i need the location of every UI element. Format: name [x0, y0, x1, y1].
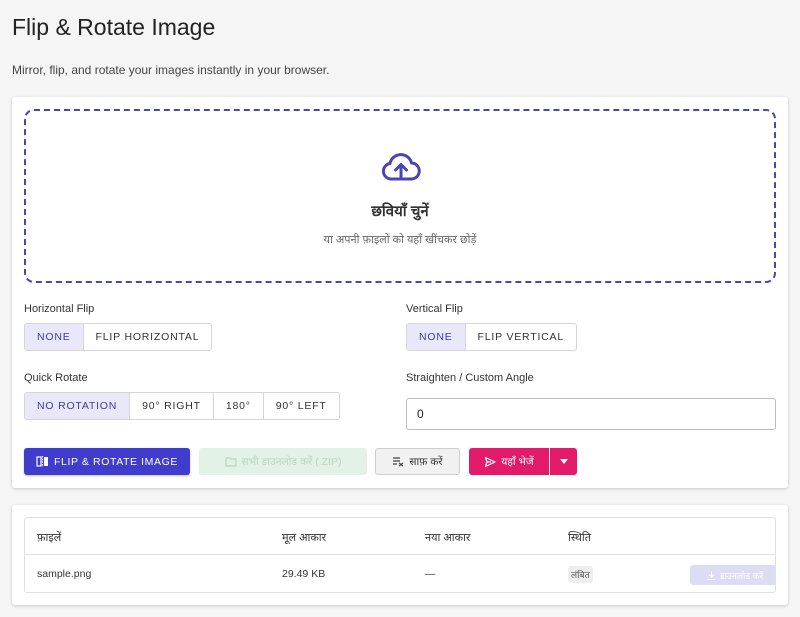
- row-original-size: 29.49 KB: [282, 568, 326, 580]
- table-header: [25, 518, 775, 555]
- horizontal-flip-none[interactable]: NONE: [25, 324, 84, 350]
- horizontal-flip-flip[interactable]: FLIP HORIZONTAL: [84, 324, 212, 350]
- row-file-name: sample.png: [37, 568, 92, 580]
- send-icon: [485, 456, 496, 467]
- clear-button[interactable]: साफ़ करें: [375, 448, 460, 475]
- folder-download-icon: [224, 457, 237, 467]
- rotate-180[interactable]: 180°: [214, 393, 264, 419]
- row-download-label: डाउनलोड करें: [719, 570, 764, 581]
- flip-rotate-button[interactable]: FLIP & ROTATE IMAGE: [24, 448, 190, 475]
- send-button[interactable]: यहाँ भेजें: [469, 448, 549, 475]
- clear-list-icon: [393, 457, 404, 467]
- rotate-90-right[interactable]: 90° RIGHT: [130, 393, 214, 419]
- custom-angle-input[interactable]: [406, 398, 776, 430]
- quick-rotate-label: Quick Rotate: [24, 372, 88, 384]
- row-new-size: —: [425, 568, 436, 580]
- status-badge: लंबित: [568, 566, 593, 583]
- vertical-flip-label: Vertical Flip: [406, 303, 463, 315]
- dropzone-title: छवियाँ चुनें: [371, 203, 429, 220]
- settings-card: छवियाँ चुनें या अपनी फ़ाइलों को यहाँ खीं…: [12, 97, 788, 488]
- vertical-flip-group: NONE FLIP VERTICAL: [406, 323, 578, 351]
- header-new-size: नया आकार: [425, 532, 471, 544]
- horizontal-flip-label: Horizontal Flip: [24, 303, 95, 315]
- page-subtitle: Mirror, flip, and rotate your images ins…: [12, 63, 330, 77]
- rotate-90-left[interactable]: 90° LEFT: [264, 393, 339, 419]
- header-status: स्थिति: [568, 532, 592, 544]
- page-title: Flip & Rotate Image: [12, 14, 216, 40]
- download-icon: [707, 571, 716, 580]
- flip-icon: [36, 456, 48, 467]
- cloud-upload-icon: [381, 153, 421, 181]
- dropzone-subtitle: या अपनी फ़ाइलों को यहाँ खींचकर छोड़ें: [323, 234, 477, 246]
- custom-angle-label: Straighten / Custom Angle: [406, 372, 534, 384]
- caret-down-icon: [559, 459, 568, 464]
- download-all-label: सभी डाउनलोड करें (.ZIP): [241, 455, 342, 468]
- header-original-size: मूल आकार: [282, 532, 327, 544]
- horizontal-flip-group: NONE FLIP HORIZONTAL: [24, 323, 213, 351]
- header-files: फ़ाइलें: [37, 532, 62, 544]
- download-all-button[interactable]: सभी डाउनलोड करें (.ZIP): [199, 448, 367, 475]
- vertical-flip-flip[interactable]: FLIP VERTICAL: [466, 324, 576, 350]
- vertical-flip-none[interactable]: NONE: [407, 324, 466, 350]
- flip-rotate-button-label: FLIP & ROTATE IMAGE: [53, 455, 178, 468]
- files-card: फ़ाइलें मूल आकार नया आकार स्थिति sample.…: [12, 505, 788, 605]
- file-dropzone[interactable]: छवियाँ चुनें या अपनी फ़ाइलों को यहाँ खीं…: [24, 109, 776, 283]
- send-label: यहाँ भेजें: [501, 455, 534, 468]
- quick-rotate-group: NO ROTATION 90° RIGHT 180° 90° LEFT: [24, 392, 340, 420]
- send-menu-button[interactable]: [550, 448, 577, 475]
- row-download-button[interactable]: डाउनलोड करें: [690, 565, 775, 585]
- clear-label: साफ़ करें: [409, 455, 443, 468]
- rotate-none[interactable]: NO ROTATION: [25, 393, 131, 419]
- files-table: फ़ाइलें मूल आकार नया आकार स्थिति sample.…: [24, 517, 776, 593]
